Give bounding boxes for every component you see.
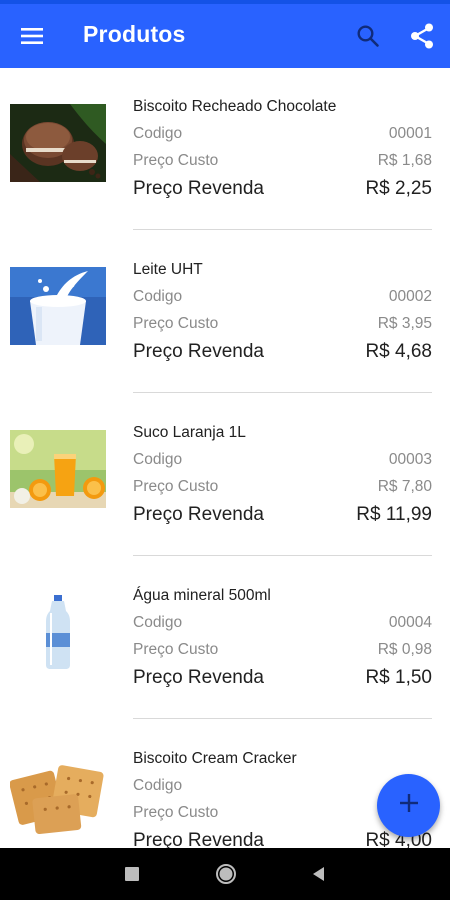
divider	[133, 229, 432, 230]
resale-value: R$ 4,68	[365, 341, 432, 362]
recents-button[interactable]	[125, 867, 139, 881]
product-item[interactable]: Leite UHT Codigo 00002 Preço Custo R$ 3,…	[0, 231, 450, 394]
system-navigation-bar	[0, 848, 450, 900]
chocolate-cookies-image	[10, 104, 106, 182]
resale-row: Preço Revenda R$ 2,25	[133, 178, 432, 200]
code-label: Codigo	[133, 614, 183, 631]
resale-row: Preço Revenda R$ 1,50	[133, 667, 432, 689]
cost-label: Preço Custo	[133, 641, 219, 658]
product-name: Suco Laranja 1L	[133, 424, 246, 441]
resale-value: R$ 1,50	[365, 667, 432, 688]
cost-row: Preço Custo R$ 3,95	[133, 315, 432, 333]
code-row: Codigo 00004	[133, 614, 432, 632]
code-label: Codigo	[133, 777, 183, 794]
code-value: 00003	[388, 451, 432, 468]
divider	[133, 718, 432, 719]
water-bottle-image	[10, 593, 106, 671]
code-label: Codigo	[133, 451, 183, 468]
resale-row: Preço Revenda R$ 4,00	[133, 830, 432, 848]
code-row: Codigo 00003	[133, 451, 432, 469]
cream-cracker-image	[10, 756, 106, 834]
divider	[133, 392, 432, 393]
resale-label: Preço Revenda	[133, 830, 264, 848]
cost-label: Preço Custo	[133, 804, 219, 821]
page-title: Produtos	[83, 21, 186, 47]
code-value: 00002	[388, 288, 432, 305]
resale-label: Preço Revenda	[133, 667, 264, 688]
cost-value: R$ 1,68	[377, 152, 432, 169]
code-row: Codigo 00001	[133, 125, 432, 143]
cost-value: R$ 3,95	[377, 315, 432, 332]
add-icon	[398, 792, 420, 819]
share-icon[interactable]	[408, 22, 436, 50]
resale-label: Preço Revenda	[133, 341, 264, 362]
cost-label: Preço Custo	[133, 315, 219, 332]
search-icon[interactable]	[355, 23, 381, 49]
resale-label: Preço Revenda	[133, 504, 264, 525]
menu-icon[interactable]	[18, 22, 46, 50]
code-row: Codigo 00002	[133, 288, 432, 306]
cost-value: R$ 0,98	[377, 641, 432, 658]
back-button[interactable]	[310, 865, 326, 883]
home-button[interactable]	[215, 863, 237, 885]
cost-label: Preço Custo	[133, 152, 219, 169]
orange-juice-image	[10, 430, 106, 508]
resale-value: R$ 11,99	[356, 504, 432, 525]
code-value: 00001	[388, 125, 432, 142]
product-name: Leite UHT	[133, 261, 203, 278]
milk-glass-image	[10, 267, 106, 345]
product-item[interactable]: Água mineral 500ml Codigo 00004 Preço Cu…	[0, 557, 450, 720]
add-product-button[interactable]	[377, 774, 440, 837]
cost-row: Preço Custo R$ 0,98	[133, 641, 432, 659]
cost-label: Preço Custo	[133, 478, 219, 495]
product-item[interactable]: Biscoito Cream Cracker Codigo Preço Cust…	[0, 720, 450, 848]
code-label: Codigo	[133, 288, 183, 305]
app-bar: Produtos	[0, 4, 450, 68]
code-value: 00004	[388, 614, 432, 631]
product-item[interactable]: Biscoito Recheado Chocolate Codigo 00001…	[0, 68, 450, 231]
product-name: Biscoito Cream Cracker	[133, 750, 297, 767]
product-list[interactable]: Biscoito Recheado Chocolate Codigo 00001…	[0, 68, 450, 848]
cost-row: Preço Custo R$ 7,80	[133, 478, 432, 496]
divider	[133, 555, 432, 556]
code-label: Codigo	[133, 125, 183, 142]
resale-value: R$ 2,25	[365, 178, 432, 199]
product-name: Biscoito Recheado Chocolate	[133, 98, 337, 115]
product-item[interactable]: Suco Laranja 1L Codigo 00003 Preço Custo…	[0, 394, 450, 557]
cost-value: R$ 7,80	[377, 478, 432, 495]
product-name: Água mineral 500ml	[133, 587, 271, 604]
resale-label: Preço Revenda	[133, 178, 264, 199]
cost-row: Preço Custo R$ 1,68	[133, 152, 432, 170]
resale-row: Preço Revenda R$ 11,99	[133, 504, 432, 526]
resale-row: Preço Revenda R$ 4,68	[133, 341, 432, 363]
